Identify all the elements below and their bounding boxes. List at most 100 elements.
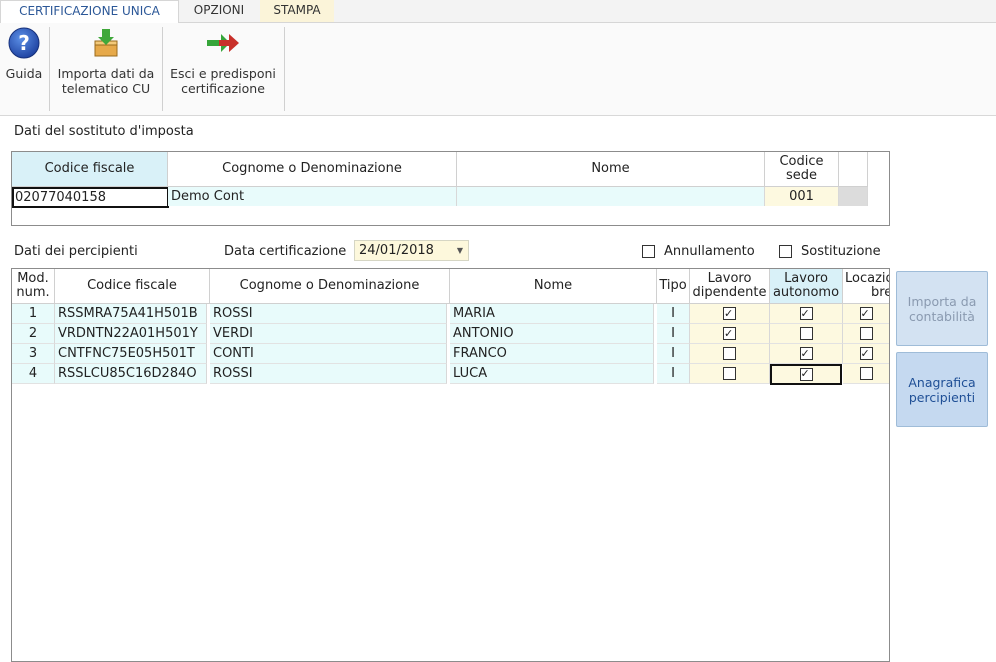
ribbon-separator xyxy=(284,27,285,111)
guida-button[interactable]: ? Guida xyxy=(3,27,45,81)
cell-dip[interactable] xyxy=(690,324,770,344)
cognome-field[interactable]: Demo Cont xyxy=(168,187,457,206)
codice-fiscale-field[interactable]: 02077040158 xyxy=(12,187,169,208)
cell-nome[interactable]: LUCA xyxy=(450,364,654,384)
percipienti-section-label: Dati dei percipienti xyxy=(14,244,138,259)
sostituto-grid: Codice fiscale Cognome o Denominazione N… xyxy=(11,151,890,226)
cell-cf[interactable]: RSSLCU85C16D284O xyxy=(55,364,207,384)
data-certificazione-value: 24/01/2018 xyxy=(359,243,434,258)
cell-nome[interactable]: FRANCO xyxy=(450,344,654,364)
cell-loc[interactable] xyxy=(843,364,889,384)
cell-num[interactable]: 3 xyxy=(12,344,55,364)
cell-tipo[interactable]: I xyxy=(657,304,690,324)
esci-label-2: certificazione xyxy=(181,81,265,96)
importa-label-2: telematico CU xyxy=(61,81,151,96)
cell-dip[interactable] xyxy=(690,364,770,384)
checkbox-icon[interactable] xyxy=(723,304,736,323)
aut-header-line1: Lavoro xyxy=(784,271,828,286)
cell-num[interactable]: 4 xyxy=(12,364,55,384)
anagrafica-percipienti-button[interactable]: Anagrafica percipienti xyxy=(896,352,988,427)
cell-cf[interactable]: VRDNTN22A01H501Y xyxy=(55,324,207,344)
cell-tipo[interactable]: I xyxy=(657,344,690,364)
cell-loc[interactable] xyxy=(843,324,889,344)
checkbox-icon[interactable] xyxy=(859,327,873,340)
checkbox-icon[interactable] xyxy=(859,304,873,323)
tab-stampa[interactable]: STAMPA xyxy=(260,0,334,22)
mod-header-line1: Mod. xyxy=(17,271,49,286)
table-row[interactable]: 3 CNTFNC75E05H501T CONTI FRANCO I xyxy=(12,344,889,364)
cell-cf[interactable]: RSSMRA75A41H501B xyxy=(55,304,207,324)
ribbon-tab-bar: CERTIFICAZIONE UNICA OPZIONI STAMPA xyxy=(0,0,996,24)
guida-label: Guida xyxy=(5,66,43,81)
cell-loc[interactable] xyxy=(843,304,889,324)
tab-certificazione-unica[interactable]: CERTIFICAZIONE UNICA xyxy=(0,0,179,24)
cell-tipo[interactable]: I xyxy=(657,324,690,344)
esci-predisponi-button[interactable]: Esci e predisponi certificazione xyxy=(167,27,279,96)
header-codice-fiscale: Codice fiscale xyxy=(55,269,210,304)
cell-cognome[interactable]: CONTI xyxy=(210,344,447,364)
anagrafica-line1: Anagrafica xyxy=(908,374,976,390)
svg-text:?: ? xyxy=(18,31,30,55)
importa-label-1: Importa dati da xyxy=(57,66,155,81)
mod-header-line2: num. xyxy=(16,285,50,300)
checkbox-icon[interactable] xyxy=(799,327,813,340)
checkbox-icon[interactable] xyxy=(799,366,813,382)
annullamento-checkbox[interactable]: Annullamento xyxy=(642,243,755,259)
cell-num[interactable]: 1 xyxy=(12,304,55,324)
cell-aut[interactable] xyxy=(770,364,842,385)
exit-arrow-icon xyxy=(207,34,239,52)
cell-aut[interactable] xyxy=(770,344,843,364)
cell-cf[interactable]: CNTFNC75E05H501T xyxy=(55,344,207,364)
cell-dip[interactable] xyxy=(690,344,770,364)
cell-dip[interactable] xyxy=(690,304,770,324)
checkbox-icon[interactable] xyxy=(779,245,792,258)
importa-contabilita-line1: Importa da xyxy=(907,293,977,309)
sostituto-header-codice-sede: Codice sede xyxy=(765,152,839,186)
dropdown-arrow-icon[interactable]: ▼ xyxy=(454,241,466,260)
cell-aut[interactable] xyxy=(770,304,843,324)
sostituto-section-label: Dati del sostituto d'imposta xyxy=(14,124,194,139)
tab-opzioni[interactable]: OPZIONI xyxy=(178,0,260,22)
help-icon: ? xyxy=(8,27,40,59)
data-certificazione-field[interactable]: 24/01/2018 ▼ xyxy=(354,240,469,261)
checkbox-icon[interactable] xyxy=(723,367,736,380)
cell-num[interactable]: 2 xyxy=(12,324,55,344)
cell-aut[interactable] xyxy=(770,324,843,344)
cell-nome[interactable]: MARIA xyxy=(450,304,654,324)
checkbox-icon[interactable] xyxy=(723,347,736,360)
cell-cognome[interactable]: VERDI xyxy=(210,324,447,344)
table-row[interactable]: 2 VRDNTN22A01H501Y VERDI ANTONIO I xyxy=(12,324,889,344)
loc-header-line1: Locazioni xyxy=(845,271,889,286)
cell-nome[interactable]: ANTONIO xyxy=(450,324,654,344)
cell-loc[interactable] xyxy=(843,344,889,364)
checkbox-icon[interactable] xyxy=(642,245,655,258)
sostituzione-checkbox[interactable]: Sostituzione xyxy=(779,243,881,259)
header-tipo: Tipo xyxy=(657,269,690,304)
checkbox-icon[interactable] xyxy=(799,344,813,363)
checkbox-icon[interactable] xyxy=(723,324,736,343)
importa-telematico-button[interactable]: Importa dati da telematico CU xyxy=(55,27,157,96)
checkbox-icon[interactable] xyxy=(799,304,813,323)
importa-contabilita-button[interactable]: Importa da contabilità xyxy=(896,271,988,346)
cell-cognome[interactable]: ROSSI xyxy=(210,364,447,384)
ribbon-separator xyxy=(162,27,163,111)
codice-sede-header-line2: sede xyxy=(785,168,818,183)
header-locazioni-brevi: Locazioni brevi xyxy=(843,269,889,304)
import-icon xyxy=(94,29,118,57)
sostituto-header-codice-fiscale: Codice fiscale xyxy=(12,152,168,186)
header-lavoro-autonomo: Lavoro autonomo xyxy=(770,269,843,304)
sostituto-header-extra xyxy=(839,152,868,186)
aut-header-line2: autonomo xyxy=(772,285,840,300)
table-row[interactable]: 4 RSSLCU85C16D284O ROSSI LUCA I xyxy=(12,364,889,385)
cell-cognome[interactable]: ROSSI xyxy=(210,304,447,324)
nome-field[interactable] xyxy=(457,187,765,206)
sostituto-header-nome: Nome xyxy=(457,152,765,186)
data-certificazione-label: Data certificazione xyxy=(224,244,347,259)
cell-tipo[interactable]: I xyxy=(657,364,690,384)
sostituto-header-cognome: Cognome o Denominazione xyxy=(168,152,457,186)
checkbox-icon[interactable] xyxy=(859,344,873,363)
table-row[interactable]: 1 RSSMRA75A41H501B ROSSI MARIA I xyxy=(12,304,889,324)
checkbox-icon[interactable] xyxy=(859,367,873,380)
codice-sede-field[interactable]: 001 xyxy=(765,187,839,206)
ribbon-separator xyxy=(49,27,50,111)
